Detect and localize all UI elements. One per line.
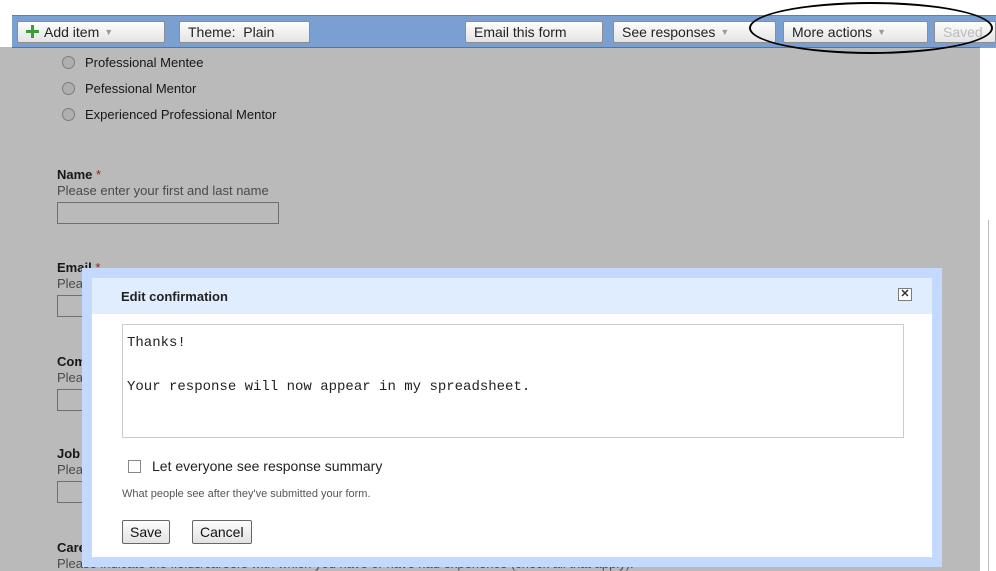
theme-button[interactable]: Theme: Plain — [179, 21, 310, 43]
save-button[interactable]: Save — [122, 520, 170, 544]
theme-label: Theme: Plain — [188, 24, 275, 40]
email-form-label: Email this form — [474, 24, 567, 40]
response-summary-option[interactable]: Let everyone see response summary — [128, 458, 382, 474]
confirmation-message-textarea[interactable]: Thanks! Your response will now appear in… — [122, 324, 904, 438]
email-form-button[interactable]: Email this form — [465, 21, 603, 43]
response-summary-label: Let everyone see response summary — [152, 458, 383, 474]
edit-confirmation-dialog: Edit confirmation ✕ Thanks! Your respons… — [82, 268, 942, 567]
chevron-down-icon: ▼ — [877, 27, 887, 37]
add-item-button[interactable]: Add item ▼ — [17, 21, 165, 43]
see-responses-button[interactable]: See responses ▼ — [613, 21, 776, 43]
dialog-title-bar: Edit confirmation ✕ — [92, 278, 932, 314]
more-actions-label: More actions — [792, 24, 873, 40]
dialog-title: Edit confirmation — [121, 289, 228, 304]
saved-button: Saved — [934, 21, 996, 43]
chevron-down-icon: ▼ — [104, 27, 114, 37]
scrollbar[interactable] — [988, 220, 996, 571]
form-editor-toolbar: Add item ▼ Theme: Plain Email this form S… — [12, 15, 996, 48]
cancel-button[interactable]: Cancel — [192, 520, 252, 544]
close-icon[interactable]: ✕ — [898, 288, 912, 301]
dialog-help-text: What people see after they've submitted … — [122, 488, 371, 500]
add-item-label: Add item — [44, 24, 100, 40]
more-actions-button[interactable]: More actions ▼ — [783, 21, 928, 43]
saved-label: Saved — [943, 24, 983, 40]
green-plus-icon — [26, 25, 39, 38]
see-responses-label: See responses — [622, 24, 716, 40]
chevron-down-icon: ▼ — [720, 27, 730, 37]
response-summary-checkbox[interactable] — [128, 460, 141, 473]
dialog-content: Edit confirmation ✕ Thanks! Your respons… — [92, 278, 932, 557]
